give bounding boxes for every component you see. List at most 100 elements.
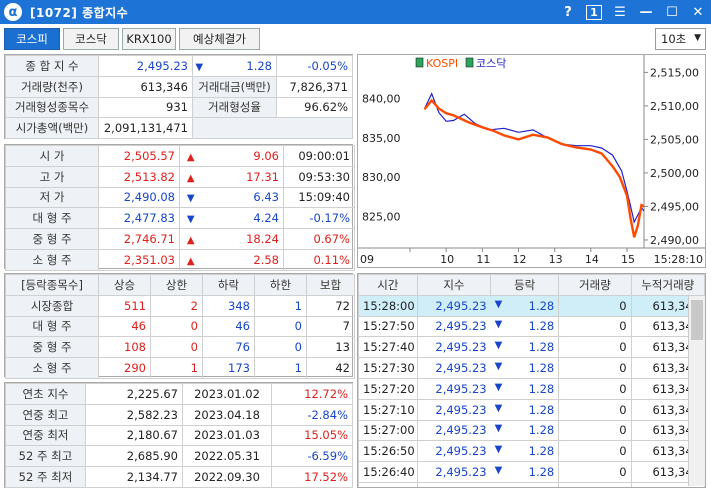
tick-volume: 0 <box>558 357 632 379</box>
right-tick-label: 2,505,00 <box>650 133 699 146</box>
tick-row[interactable]: 15:27:10 2,495.23 ▼ 1.28 0 613,346 <box>358 398 705 421</box>
kosdaq-line <box>423 92 645 224</box>
tick-time: 15:27:50 <box>358 315 418 338</box>
up-arrow-icon: ▲ <box>186 172 195 184</box>
close-icon[interactable]: ✕ <box>685 0 711 24</box>
tick-row[interactable]: 15:28:00 2,495.23 ▼ 1.28 0 613,346 <box>358 294 705 317</box>
tick-change: 1.28 <box>528 319 555 334</box>
annual-panel: 연초 지수 2,225.67 2023.01.02 12.72% 연중 최고 2,… <box>4 382 353 488</box>
tick-volume: 0 <box>558 336 632 359</box>
down-arrow-icon: ▼ <box>494 381 503 393</box>
kospi-line <box>423 98 645 238</box>
tick-time: 15:26:30 <box>358 481 418 487</box>
toolbar: 코스피 코스닥 KRX100 예상체결가 10초 ▼ <box>0 24 711 54</box>
x-tick-label: 09 <box>360 253 374 266</box>
left-tick-label: 840,00 <box>362 92 401 105</box>
down-arrow-icon: ▼ <box>494 423 503 435</box>
tick-header: 누적거래량 <box>630 274 705 296</box>
annual-date: 2023.01.03 <box>182 424 272 447</box>
breadth-row-label: 소 형 주 <box>5 357 99 379</box>
tick-row[interactable]: 15:27:20 2,495.23 ▼ 1.28 0 613,346 <box>358 377 705 400</box>
price-value: 2,351.03 <box>98 248 180 271</box>
annual-value: 2,685.90 <box>85 445 183 468</box>
price-label: 중 형 주 <box>5 228 99 250</box>
formed-count-value: 931 <box>98 96 193 119</box>
price-extra: 15:09:40 <box>283 186 355 209</box>
price-extra: 09:00:01 <box>283 145 355 167</box>
right-tick-label: 2,500,00 <box>650 167 699 180</box>
x-tick-label: 11 <box>476 253 490 266</box>
annual-label: 52 주 최저 <box>5 466 86 488</box>
tick-index: 2,495.23 <box>416 294 491 317</box>
price-label: 대 형 주 <box>5 207 99 230</box>
tick-row[interactable]: 15:27:40 2,495.23 ▼ 1.28 0 613,346 <box>358 336 705 359</box>
minimize-icon[interactable]: — <box>633 0 659 24</box>
breadth-panel: [등락종목수] 상승 상한 하락 하한 보합 시장종합 511 2 348 1 72 대 형 주 46 0 4… <box>4 273 355 379</box>
annual-pct: -6.59% <box>271 445 353 468</box>
chart-svg: 840,00 835,00 830,00 825,00 2,515,00 2,510,00… <box>358 55 705 266</box>
legend-kosdaq: 코스닥 <box>476 57 506 70</box>
tick-index: 2,495.23 <box>416 377 491 400</box>
left-tick-label: 825,00 <box>362 211 401 224</box>
page-number-button[interactable]: 1 <box>581 0 607 24</box>
tick-index: 2,495.23 <box>416 440 491 463</box>
tick-row[interactable]: 15:27:30 2,495.23 ▼ 1.28 0 613,346 <box>358 357 705 379</box>
amount-label: 거래대금(백만) <box>192 75 277 98</box>
maximize-icon[interactable]: ☐ <box>659 0 685 24</box>
price-panel: 시 가 2,505.57 ▲ 9.06 09:00:01 고 가 2,513.82… <box>4 144 355 271</box>
breadth-header: 상한 <box>150 274 203 296</box>
breadth-cell: 0 <box>150 315 203 338</box>
down-arrow-icon: ▼ <box>195 61 204 73</box>
tick-change: 1.28 <box>528 423 555 438</box>
price-extra: -0.17% <box>283 207 355 230</box>
tab-kosdaq[interactable]: 코스닥 <box>63 28 119 50</box>
breadth-cell: 2 <box>150 294 203 317</box>
price-value: 2,505.57 <box>98 145 180 167</box>
tick-panel: 시간 지수 등락 거래량 누적거래량 15:28:00 2,495.23 ▼ 1.28 0 … <box>357 273 706 488</box>
chevron-down-icon: ▼ <box>694 33 701 43</box>
tick-change: 1.28 <box>528 298 555 313</box>
tick-header: 지수 <box>416 274 492 296</box>
breadth-header: 하락 <box>202 274 255 296</box>
breadth-header: 상승 <box>98 274 151 296</box>
price-change: 17.31 <box>201 165 284 188</box>
tick-scrollbar[interactable] <box>688 296 705 486</box>
breadth-cell: 7 <box>306 315 355 338</box>
tick-volume: 0 <box>558 481 632 487</box>
annual-pct: 17.52% <box>271 466 353 488</box>
tick-row[interactable]: 15:26:50 2,495.23 ▼ 1.28 0 613,346 <box>358 440 705 463</box>
tick-index: 2,495.23 <box>416 398 491 421</box>
tab-expected-price[interactable]: 예상체결가 <box>179 28 260 50</box>
tick-row[interactable]: 15:27:50 2,495.23 ▼ 1.28 0 613,346 <box>358 315 705 338</box>
breadth-cell: 173 <box>202 357 255 379</box>
tick-volume: 0 <box>558 377 632 400</box>
tick-change: 1.28 <box>528 402 555 417</box>
tick-time: 15:28:00 <box>358 294 418 317</box>
breadth-cell: 72 <box>306 294 355 317</box>
index-change-pct: -0.05% <box>276 55 353 77</box>
price-extra: 0.67% <box>283 228 355 250</box>
tick-volume: 0 <box>558 315 632 338</box>
amount-value: 7,826,371 <box>276 75 353 98</box>
menu-icon[interactable]: ☰ <box>607 0 633 24</box>
tick-time: 15:27:30 <box>358 357 418 379</box>
index-chart: 840,00 835,00 830,00 825,00 2,515,00 2,510,00… <box>357 54 706 268</box>
tab-kospi[interactable]: 코스피 <box>4 28 60 50</box>
tick-time: 15:27:00 <box>358 419 418 442</box>
tick-index: 2,495.23 <box>416 461 491 483</box>
window-title: [1072] 종합지수 <box>30 5 129 20</box>
price-value: 2,477.83 <box>98 207 180 230</box>
tick-row[interactable]: 15:26:40 2,495.23 ▼ 1.28 0 613,346 <box>358 461 705 483</box>
interval-select[interactable]: 10초 ▼ <box>655 28 706 50</box>
help-button[interactable]: ? <box>555 0 581 24</box>
x-last-time: 15:28:10 <box>654 253 703 266</box>
annual-date: 2023.04.18 <box>182 403 272 426</box>
tick-row[interactable]: 15:27:00 2,495.23 ▼ 1.28 0 613,346 <box>358 419 705 442</box>
scrollbar-thumb[interactable] <box>691 300 703 340</box>
tick-volume: 0 <box>558 294 632 317</box>
tick-row[interactable]: 15:26:30 2,495.23 ▼1.28 0 613,346 <box>358 481 705 487</box>
tab-krx100[interactable]: KRX100 <box>122 28 176 50</box>
right-tick-label: 2,515,00 <box>650 66 699 79</box>
tick-volume: 0 <box>558 440 632 463</box>
price-label: 소 형 주 <box>5 248 99 271</box>
